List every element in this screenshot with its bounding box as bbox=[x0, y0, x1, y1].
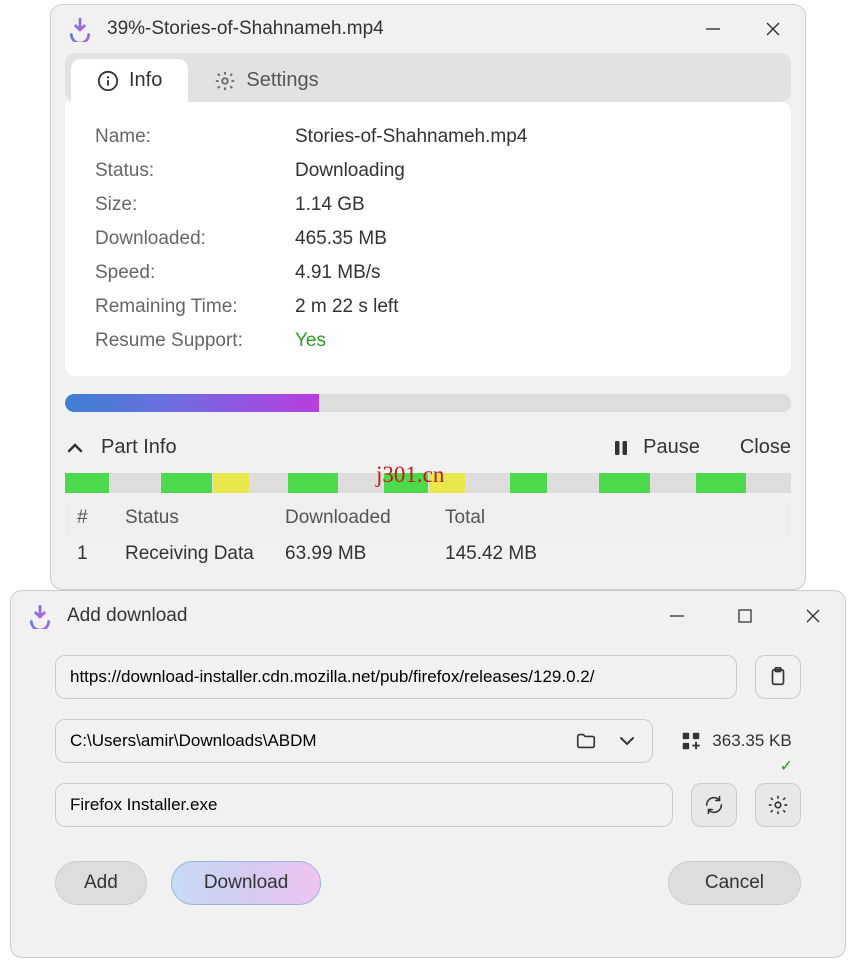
chevron-down-icon[interactable] bbox=[617, 731, 638, 751]
titlebar[interactable]: Add download bbox=[11, 591, 845, 641]
status-value: Downloading bbox=[295, 160, 405, 182]
settings-button[interactable] bbox=[755, 783, 801, 827]
col-status: Status bbox=[125, 507, 285, 529]
download-progress-window: 39%-Stories-of-Shahnameh.mp4 Info Settin… bbox=[50, 4, 806, 590]
add-button[interactable]: Add bbox=[55, 861, 147, 905]
window-title: 39%-Stories-of-Shahnameh.mp4 bbox=[107, 18, 697, 40]
downloaded-label: Downloaded: bbox=[95, 228, 295, 250]
checkmark-icon: ✓ bbox=[780, 756, 793, 776]
download-button[interactable]: Download bbox=[171, 861, 322, 905]
progress-fill bbox=[65, 394, 319, 412]
pause-icon bbox=[611, 438, 631, 458]
part-info-label: Part Info bbox=[101, 436, 177, 459]
minimize-button[interactable] bbox=[661, 600, 693, 632]
chevron-up-icon bbox=[65, 438, 85, 458]
info-icon bbox=[97, 70, 119, 92]
col-num: # bbox=[77, 507, 125, 529]
close-window-button[interactable] bbox=[797, 600, 829, 632]
remaining-value: 2 m 22 s left bbox=[295, 296, 399, 318]
info-panel: Name:Stories-of-Shahnameh.mp4 Status:Dow… bbox=[65, 102, 791, 376]
file-size-indicator: 363.35 KB ✓ bbox=[671, 730, 801, 752]
col-total: Total bbox=[445, 507, 779, 529]
close-window-button[interactable] bbox=[757, 13, 789, 45]
size-value: 1.14 GB bbox=[295, 194, 365, 216]
part-info-toggle[interactable]: Part Info bbox=[65, 436, 177, 459]
remaining-label: Remaining Time: bbox=[95, 296, 295, 318]
size-label: Size: bbox=[95, 194, 295, 216]
paste-button[interactable] bbox=[755, 655, 801, 699]
downloaded-value: 465.35 MB bbox=[295, 228, 387, 250]
speed-label: Speed: bbox=[95, 262, 295, 284]
resume-label: Resume Support: bbox=[95, 330, 295, 352]
gear-icon bbox=[214, 70, 236, 92]
add-download-window: Add download 363.35 KB bbox=[10, 590, 846, 958]
speed-value: 4.91 MB/s bbox=[295, 262, 381, 284]
minimize-button[interactable] bbox=[697, 13, 729, 45]
col-downloaded: Downloaded bbox=[285, 507, 445, 529]
filename-input[interactable] bbox=[55, 783, 673, 827]
titlebar[interactable]: 39%-Stories-of-Shahnameh.mp4 bbox=[51, 5, 805, 53]
path-input[interactable] bbox=[55, 719, 653, 763]
watermark-text: j301.cn bbox=[376, 462, 444, 488]
folder-icon[interactable] bbox=[575, 730, 597, 752]
app-icon bbox=[67, 16, 93, 42]
window-title: Add download bbox=[67, 605, 661, 627]
parts-table: # Status Downloaded Total 1 Receiving Da… bbox=[65, 499, 791, 571]
tab-settings[interactable]: Settings bbox=[188, 59, 344, 102]
tab-settings-label: Settings bbox=[246, 69, 318, 92]
refresh-button[interactable] bbox=[691, 783, 737, 827]
status-label: Status: bbox=[95, 160, 295, 182]
pause-label: Pause bbox=[643, 436, 700, 459]
gear-icon bbox=[767, 794, 789, 816]
tab-info-label: Info bbox=[129, 69, 162, 92]
file-size-value: 363.35 KB bbox=[712, 731, 791, 751]
name-value: Stories-of-Shahnameh.mp4 bbox=[295, 126, 527, 148]
resume-value: Yes bbox=[295, 330, 326, 352]
app-icon bbox=[27, 603, 53, 629]
table-row[interactable]: 1 Receiving Data 63.99 MB 145.42 MB bbox=[65, 537, 791, 571]
cancel-button[interactable]: Cancel bbox=[668, 861, 801, 905]
close-button[interactable]: Close bbox=[740, 436, 791, 459]
tab-info[interactable]: Info bbox=[71, 59, 188, 102]
category-icon bbox=[680, 730, 702, 752]
maximize-button[interactable] bbox=[729, 600, 761, 632]
progress-bar bbox=[65, 394, 791, 412]
clipboard-icon bbox=[767, 666, 789, 688]
url-input[interactable] bbox=[55, 655, 737, 699]
tab-container: Info Settings bbox=[65, 53, 791, 102]
refresh-icon bbox=[703, 794, 725, 816]
table-header: # Status Downloaded Total bbox=[65, 499, 791, 537]
pause-button[interactable]: Pause bbox=[611, 436, 700, 459]
name-label: Name: bbox=[95, 126, 295, 148]
